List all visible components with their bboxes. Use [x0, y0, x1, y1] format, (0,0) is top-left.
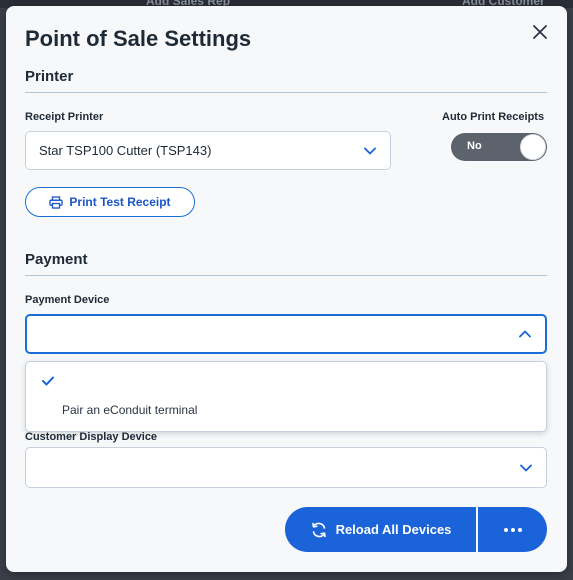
auto-print-toggle[interactable]: No	[451, 133, 547, 161]
payment-section-heading: Payment	[25, 251, 547, 276]
payment-device-label: Payment Device	[25, 294, 110, 306]
chevron-down-icon	[520, 464, 532, 471]
customer-display-label: Customer Display Device	[25, 431, 158, 443]
more-dots-icon	[503, 527, 522, 532]
auto-print-toggle-value: No	[467, 140, 482, 152]
receipt-printer-value: Star TSP100 Cutter (TSP143)	[39, 143, 212, 158]
pos-settings-modal: Point of Sale Settings Printer Receipt P…	[6, 6, 567, 572]
dropdown-option-label: Pair an eConduit terminal	[62, 403, 198, 417]
close-icon[interactable]	[530, 22, 550, 42]
payment-device-select[interactable]	[25, 314, 547, 354]
auto-print-label: Auto Print Receipts	[442, 111, 545, 123]
checkmark-icon	[42, 376, 54, 386]
print-test-receipt-button[interactable]: Print Test Receipt	[25, 187, 195, 217]
customer-display-select[interactable]	[25, 447, 547, 488]
dropdown-option-pair-econduit[interactable]: Pair an eConduit terminal	[26, 397, 546, 425]
reload-all-devices-button[interactable]: Reload All Devices	[285, 507, 476, 552]
refresh-icon	[311, 522, 326, 537]
printer-icon	[49, 195, 64, 209]
print-test-receipt-label: Print Test Receipt	[69, 195, 171, 209]
receipt-printer-label: Receipt Printer	[25, 111, 104, 123]
dropdown-option-none[interactable]	[26, 368, 546, 396]
reload-all-devices-label: Reload All Devices	[335, 522, 452, 537]
chevron-up-icon	[519, 330, 531, 338]
toggle-knob	[520, 134, 546, 160]
printer-section-heading: Printer	[25, 68, 547, 93]
chevron-down-icon	[364, 147, 376, 154]
modal-title: Point of Sale Settings	[25, 26, 252, 51]
receipt-printer-select[interactable]: Star TSP100 Cutter (TSP143)	[25, 131, 391, 170]
more-options-button[interactable]	[478, 507, 547, 552]
payment-device-dropdown: Pair an eConduit terminal	[25, 361, 547, 432]
